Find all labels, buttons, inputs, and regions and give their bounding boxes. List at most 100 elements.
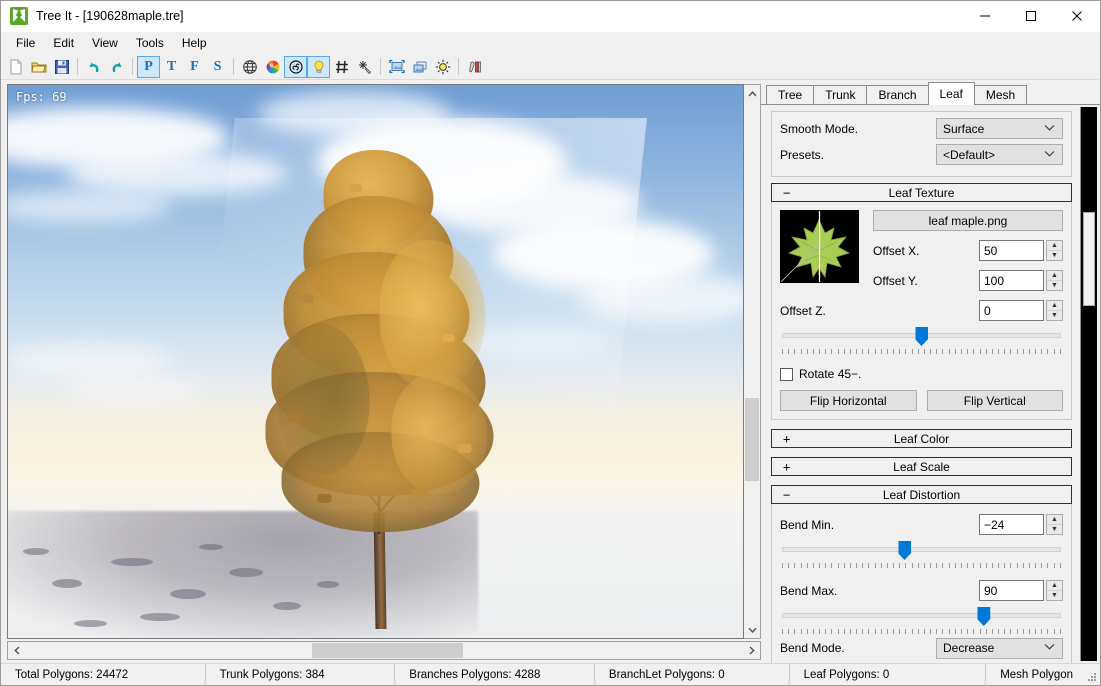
viewport-hscroll-thumb[interactable] — [312, 643, 463, 658]
leaf-scale-section-header[interactable]: + Leaf Scale — [771, 457, 1072, 476]
expand-toggle-icon[interactable]: + — [783, 460, 790, 474]
flip-horizontal-button[interactable]: Flip Horizontal — [780, 390, 917, 411]
stepper-up-icon[interactable]: ▲ — [1047, 241, 1062, 251]
bend-max-slider[interactable] — [780, 607, 1063, 637]
wireframe-globe-icon[interactable] — [238, 56, 261, 78]
new-file-icon[interactable] — [4, 56, 27, 78]
chevron-down-icon — [1044, 123, 1055, 133]
viewport-horizontal-scrollbar[interactable] — [7, 641, 761, 660]
offset-x-input[interactable]: 50 — [979, 240, 1044, 261]
fit-view-icon[interactable] — [385, 56, 408, 78]
menu-edit[interactable]: Edit — [44, 33, 83, 53]
presets-select[interactable]: <Default> — [936, 144, 1063, 165]
status-bar: Total Polygons: 24472 Trunk Polygons: 38… — [1, 663, 1100, 686]
bend-max-slider-thumb[interactable] — [977, 607, 991, 626]
tab-tree[interactable]: Tree — [766, 85, 815, 104]
leaf-texture-section-header[interactable]: − Leaf Texture — [771, 183, 1072, 202]
collapse-toggle-icon[interactable]: − — [783, 186, 790, 200]
rotate45-checkbox[interactable] — [780, 367, 793, 381]
viewport-vscroll-track[interactable] — [744, 102, 760, 621]
menu-file[interactable]: File — [7, 33, 44, 53]
offset-z-input[interactable]: 0 — [979, 300, 1044, 321]
expand-toggle-icon[interactable]: + — [783, 432, 790, 446]
maximize-icon[interactable] — [1008, 1, 1054, 32]
leaf-color-section-header[interactable]: + Leaf Color — [771, 429, 1072, 448]
stepper-down-icon[interactable]: ▼ — [1047, 525, 1062, 534]
minimize-icon[interactable] — [962, 1, 1008, 32]
bend-mode-label: Bend Mode. — [780, 641, 845, 655]
viewport-vertical-scrollbar[interactable] — [744, 84, 761, 639]
offset-z-stepper[interactable]: ▲ ▼ — [1046, 300, 1063, 321]
stepper-down-icon[interactable]: ▼ — [1047, 251, 1062, 260]
flat-mode-button[interactable]: F — [183, 56, 206, 78]
bend-max-stepper[interactable]: ▲ ▼ — [1046, 580, 1063, 601]
light-bulb-icon[interactable] — [307, 55, 330, 78]
texture-mode-button[interactable]: T — [160, 56, 183, 78]
bend-min-slider[interactable] — [780, 541, 1063, 571]
bend-min-stepper[interactable]: ▲ ▼ — [1046, 514, 1063, 535]
rotate45-row[interactable]: Rotate 45−. — [780, 367, 1063, 381]
tab-mesh[interactable]: Mesh — [973, 85, 1028, 104]
close-icon[interactable] — [1054, 1, 1100, 32]
bend-max-slider-track[interactable] — [782, 613, 1061, 618]
bend-min-input[interactable]: −24 — [979, 514, 1044, 535]
stepper-down-icon[interactable]: ▼ — [1047, 311, 1062, 320]
offset-z-slider[interactable] — [780, 327, 1063, 357]
stepper-up-icon[interactable]: ▲ — [1047, 301, 1062, 311]
viewport-hscroll-track[interactable] — [25, 642, 743, 659]
bend-max-input[interactable]: 90 — [979, 580, 1044, 601]
open-file-icon[interactable] — [27, 56, 50, 78]
offset-y-row: Offset Y. 100 ▲ ▼ — [873, 270, 1063, 291]
color-wheel-icon[interactable] — [261, 56, 284, 78]
offset-y-input[interactable]: 100 — [979, 270, 1044, 291]
leaf-distortion-section-header[interactable]: − Leaf Distortion — [771, 485, 1072, 504]
offset-y-stepper[interactable]: ▲ ▼ — [1046, 270, 1063, 291]
panel-vscroll-thumb[interactable] — [1083, 212, 1095, 307]
flip-vertical-button[interactable]: Flip Vertical — [926, 390, 1063, 411]
stepper-down-icon[interactable]: ▼ — [1047, 591, 1062, 600]
leaf-texture-thumbnail[interactable] — [780, 210, 859, 283]
copy-view-icon[interactable] — [408, 56, 431, 78]
chevron-down-icon — [1044, 643, 1055, 653]
viewport-3d[interactable]: Fps: 69 — [7, 84, 744, 639]
main-split: Fps: 69 Tree Trunk Branch Leaf Mesh Smoo… — [1, 80, 1100, 663]
stepper-up-icon[interactable]: ▲ — [1047, 581, 1062, 591]
bend-mode-select[interactable]: Decrease — [936, 637, 1063, 659]
tab-leaf[interactable]: Leaf — [927, 82, 975, 105]
collapse-toggle-icon[interactable]: − — [783, 488, 790, 502]
undo-icon[interactable] — [82, 56, 105, 78]
smooth-mode-select[interactable]: Surface — [936, 118, 1063, 139]
panel-vertical-scrollbar[interactable] — [1080, 107, 1097, 661]
menu-help[interactable]: Help — [173, 33, 216, 53]
sparkle-icon[interactable] — [353, 56, 376, 78]
grid-icon[interactable] — [330, 56, 353, 78]
bend-min-slider-thumb[interactable] — [898, 541, 912, 560]
stepper-down-icon[interactable]: ▼ — [1047, 281, 1062, 290]
wind-icon[interactable] — [284, 55, 307, 78]
menu-view[interactable]: View — [83, 33, 127, 53]
redo-icon[interactable] — [105, 56, 128, 78]
save-file-icon[interactable] — [50, 56, 73, 78]
stepper-up-icon[interactable]: ▲ — [1047, 271, 1062, 281]
scroll-down-icon[interactable] — [744, 621, 760, 638]
scroll-left-icon[interactable] — [8, 642, 25, 659]
scroll-up-icon[interactable] — [744, 85, 760, 102]
stepper-up-icon[interactable]: ▲ — [1047, 515, 1062, 525]
tab-branch[interactable]: Branch — [866, 85, 929, 104]
bend-min-slider-track[interactable] — [782, 547, 1061, 552]
title-bar: Tree It - [190628maple.tre] — [1, 1, 1100, 32]
menu-tools[interactable]: Tools — [127, 33, 173, 53]
scroll-right-icon[interactable] — [743, 642, 760, 659]
viewport-vscroll-thumb[interactable] — [745, 397, 759, 481]
smooth-mode-label: Smooth Mode. — [780, 121, 859, 136]
resize-grip[interactable] — [1086, 671, 1098, 683]
texture-file-button[interactable]: leaf maple.png — [873, 210, 1063, 231]
bend-max-slider-ticks — [782, 629, 1061, 635]
tab-trunk[interactable]: Trunk — [813, 85, 868, 104]
offset-z-slider-thumb[interactable] — [915, 327, 928, 346]
shaded-mode-button[interactable]: S — [206, 56, 229, 78]
sun-icon[interactable] — [431, 56, 454, 78]
points-mode-button[interactable]: P — [137, 55, 160, 78]
offset-x-stepper[interactable]: ▲ ▼ — [1046, 240, 1063, 261]
tools-icon[interactable] — [463, 56, 486, 78]
